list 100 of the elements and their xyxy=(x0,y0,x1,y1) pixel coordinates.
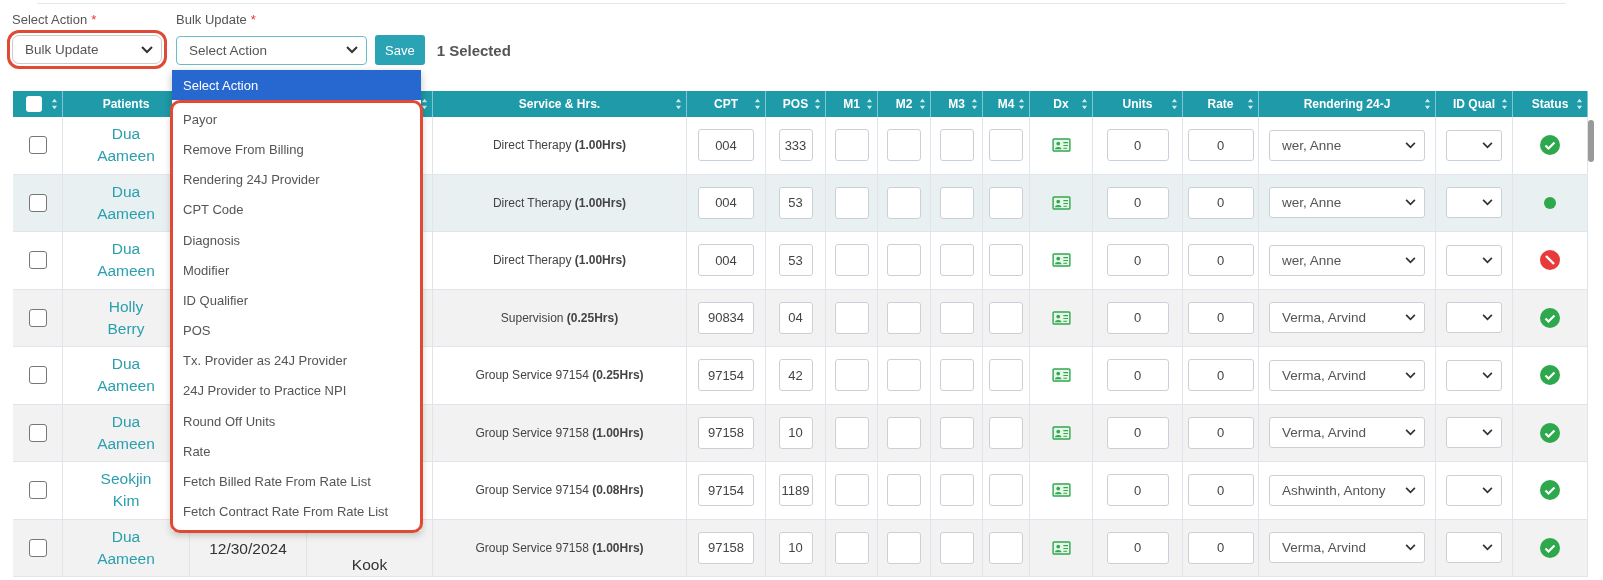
modifier-field[interactable] xyxy=(834,416,869,449)
modifier-field[interactable] xyxy=(834,244,869,277)
rendering-provider-dropdown[interactable]: Verma, Arvind xyxy=(1269,302,1425,334)
modifier-field[interactable] xyxy=(939,474,974,507)
modifier-field[interactable] xyxy=(939,244,974,277)
pos-field[interactable]: 333 xyxy=(778,129,813,162)
scrollbar[interactable] xyxy=(1588,120,1594,162)
modifier-field[interactable] xyxy=(887,531,921,564)
units-field[interactable]: 0 xyxy=(1106,244,1169,277)
cpt-field[interactable]: 97154 xyxy=(698,474,754,507)
row-checkbox[interactable] xyxy=(28,423,47,442)
rate-field[interactable]: 0 xyxy=(1187,474,1254,507)
pos-field[interactable]: 53 xyxy=(778,244,813,277)
units-field[interactable]: 0 xyxy=(1106,531,1169,564)
id-card-icon[interactable] xyxy=(1051,138,1071,153)
id-qualifier-dropdown[interactable] xyxy=(1446,359,1502,391)
id-qualifier-dropdown[interactable] xyxy=(1446,187,1502,219)
pos-field[interactable]: 10 xyxy=(778,531,813,564)
id-qualifier-dropdown[interactable] xyxy=(1446,474,1502,506)
modifier-field[interactable] xyxy=(989,531,1023,564)
id-qualifier-dropdown[interactable] xyxy=(1446,417,1502,449)
cpt-field[interactable]: 004 xyxy=(698,244,754,277)
cpt-field[interactable]: 004 xyxy=(698,129,754,162)
id-card-icon[interactable] xyxy=(1051,368,1071,383)
menu-item[interactable]: 24J Provider to Practice NPI xyxy=(172,375,421,407)
rendering-provider-dropdown[interactable]: Verma, Arvind xyxy=(1269,417,1425,449)
modifier-field[interactable] xyxy=(989,129,1023,162)
rendering-provider-dropdown[interactable]: wer, Anne xyxy=(1269,244,1425,276)
cpt-field[interactable]: 004 xyxy=(698,186,754,219)
modifier-field[interactable] xyxy=(887,244,921,277)
cpt-field[interactable]: 97154 xyxy=(698,359,754,392)
menu-item[interactable]: Fetch Contract Rate From Rate List xyxy=(172,496,421,527)
row-checkbox[interactable] xyxy=(28,136,47,155)
menu-item[interactable]: POS xyxy=(172,315,421,346)
id-qualifier-dropdown[interactable] xyxy=(1446,129,1502,161)
modifier-field[interactable] xyxy=(939,301,974,334)
menu-item[interactable]: Round Off Units xyxy=(172,406,421,437)
modifier-field[interactable] xyxy=(989,416,1023,449)
menu-item[interactable]: Remove From Billing xyxy=(172,134,421,165)
rendering-provider-dropdown[interactable]: wer, Anne xyxy=(1269,187,1425,219)
checkbox[interactable] xyxy=(25,96,42,112)
pos-field[interactable]: 42 xyxy=(778,359,813,392)
cpt-field[interactable]: 90834 xyxy=(698,301,754,334)
modifier-field[interactable] xyxy=(887,359,921,392)
modifier-field[interactable] xyxy=(887,301,921,334)
id-card-icon[interactable] xyxy=(1051,253,1071,268)
rendering-provider-dropdown[interactable]: Verma, Arvind xyxy=(1269,359,1425,391)
modifier-field[interactable] xyxy=(834,129,869,162)
rendering-provider-dropdown[interactable]: Ashwinth, Antony xyxy=(1269,474,1425,506)
modifier-field[interactable] xyxy=(887,129,921,162)
menu-item[interactable]: CPT Code xyxy=(172,194,421,225)
menu-item[interactable]: ID Qualifier xyxy=(172,285,421,316)
menu-item[interactable]: Diagnosis xyxy=(172,224,421,256)
cpt-field[interactable]: 97158 xyxy=(698,416,754,449)
id-card-icon[interactable] xyxy=(1051,540,1071,555)
modifier-field[interactable] xyxy=(834,531,869,564)
pos-field[interactable]: 10 xyxy=(778,416,813,449)
row-checkbox[interactable] xyxy=(28,481,47,500)
rate-field[interactable]: 0 xyxy=(1187,359,1254,392)
id-qualifier-dropdown[interactable] xyxy=(1446,532,1502,564)
modifier-field[interactable] xyxy=(834,301,869,334)
rendering-provider-dropdown[interactable]: wer, Anne xyxy=(1269,129,1425,161)
pos-field[interactable]: 04 xyxy=(778,301,813,334)
units-field[interactable]: 0 xyxy=(1106,301,1169,334)
modifier-field[interactable] xyxy=(989,301,1023,334)
row-checkbox[interactable] xyxy=(28,366,47,385)
modifier-field[interactable] xyxy=(939,359,974,392)
id-card-icon[interactable] xyxy=(1051,483,1071,498)
modifier-field[interactable] xyxy=(834,186,869,219)
modifier-field[interactable] xyxy=(834,359,869,392)
update-field-dropdown[interactable]: Select Action xyxy=(176,35,367,65)
modifier-field[interactable] xyxy=(939,186,974,219)
row-checkbox[interactable] xyxy=(28,193,47,212)
id-card-icon[interactable] xyxy=(1051,310,1071,325)
rendering-provider-dropdown[interactable]: Verma, Arvind xyxy=(1269,532,1425,564)
rate-field[interactable]: 0 xyxy=(1187,244,1254,277)
modifier-field[interactable] xyxy=(989,186,1023,219)
id-qualifier-dropdown[interactable] xyxy=(1446,302,1502,334)
row-checkbox[interactable] xyxy=(28,308,47,327)
modifier-field[interactable] xyxy=(887,416,921,449)
modifier-field[interactable] xyxy=(989,474,1023,507)
menu-item[interactable]: Rendering 24J Provider xyxy=(172,164,421,195)
cpt-field[interactable]: 97158 xyxy=(698,531,754,564)
units-field[interactable]: 0 xyxy=(1106,474,1169,507)
id-qualifier-dropdown[interactable] xyxy=(1446,244,1502,276)
units-field[interactable]: 0 xyxy=(1106,186,1169,219)
modifier-field[interactable] xyxy=(939,416,974,449)
menu-item[interactable]: Tx. Provider as 24J Provider xyxy=(172,345,421,376)
modifier-field[interactable] xyxy=(939,531,974,564)
menu-item[interactable]: Fetch Billed Rate From Rate List xyxy=(172,466,421,497)
id-card-icon[interactable] xyxy=(1051,195,1071,210)
modifier-field[interactable] xyxy=(834,474,869,507)
rate-field[interactable]: 0 xyxy=(1187,531,1254,564)
menu-item[interactable]: Rate xyxy=(172,436,421,467)
modifier-field[interactable] xyxy=(939,129,974,162)
row-checkbox[interactable] xyxy=(28,251,47,270)
rate-field[interactable]: 0 xyxy=(1187,416,1254,449)
units-field[interactable]: 0 xyxy=(1106,416,1169,449)
row-checkbox[interactable] xyxy=(28,538,47,557)
modifier-field[interactable] xyxy=(887,474,921,507)
